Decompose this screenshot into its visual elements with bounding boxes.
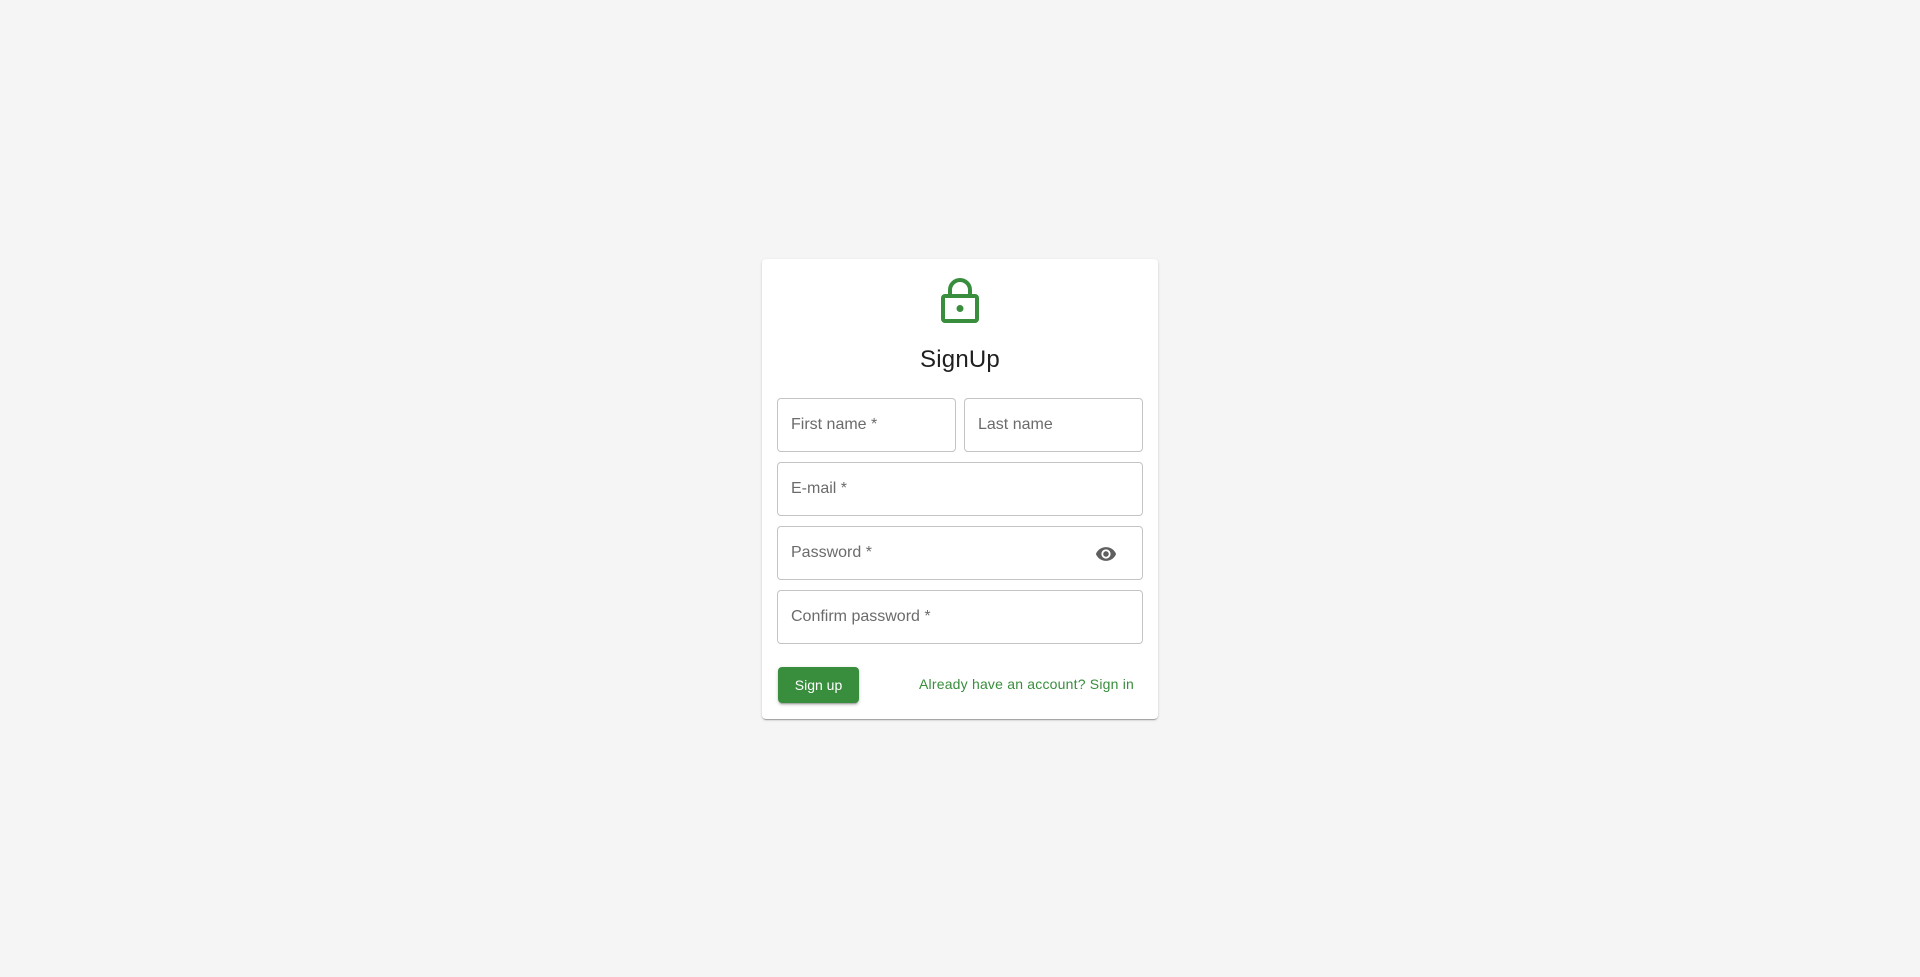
page-title: SignUp xyxy=(920,346,1000,373)
confirm-password-input[interactable] xyxy=(778,591,1142,643)
signup-card: SignUp Sign up Already have an account? … xyxy=(762,259,1158,719)
confirm-password-field[interactable] xyxy=(777,590,1143,644)
email-field[interactable] xyxy=(777,462,1143,516)
email-input[interactable] xyxy=(778,463,1142,515)
eye-icon[interactable] xyxy=(1094,543,1118,565)
first-name-input[interactable] xyxy=(778,399,955,451)
last-name-field[interactable] xyxy=(964,398,1143,452)
signin-link[interactable]: Already have an account? Sign in xyxy=(919,676,1134,692)
password-field[interactable] xyxy=(777,526,1143,580)
lock-icon xyxy=(941,278,979,323)
first-name-field[interactable] xyxy=(777,398,956,452)
password-input[interactable] xyxy=(778,527,1142,579)
signup-button[interactable]: Sign up xyxy=(778,667,859,703)
last-name-input[interactable] xyxy=(965,399,1142,451)
